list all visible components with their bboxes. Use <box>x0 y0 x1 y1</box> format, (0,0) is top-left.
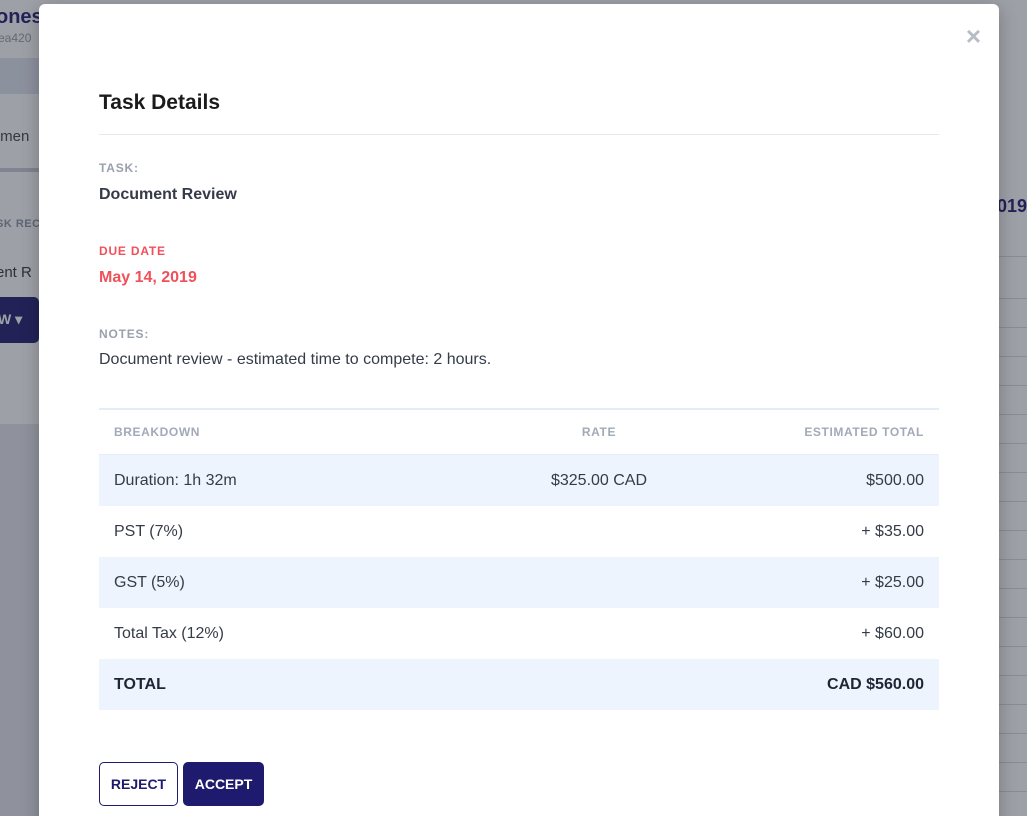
notes-label: NOTES: <box>99 327 150 341</box>
close-icon[interactable]: × <box>966 23 981 49</box>
total-cell: + $25.00 <box>861 573 924 591</box>
task-details-modal: × Task Details TASK: Document Review DUE… <box>39 4 999 816</box>
notes-value: Document review - estimated time to comp… <box>99 351 492 368</box>
total-value: CAD $560.00 <box>827 675 924 693</box>
total-cell: $500.00 <box>866 471 924 489</box>
modal-title: Task Details <box>99 91 221 114</box>
column-header-breakdown: BREAKDOWN <box>114 425 201 439</box>
total-label: TOTAL <box>114 675 166 693</box>
task-label: TASK: <box>99 161 139 175</box>
breakdown-cell: PST (7%) <box>114 522 184 540</box>
table-total-row: TOTAL CAD $560.00 <box>99 659 939 710</box>
title-divider <box>99 134 939 135</box>
breakdown-cell: Total Tax (12%) <box>114 624 224 642</box>
table-row: GST (5%) + $25.00 <box>99 557 939 608</box>
rate-cell: $325.00 CAD <box>550 471 648 489</box>
table-row: Duration: 1h 32m $325.00 CAD $500.00 <box>99 455 939 506</box>
task-value: Document Review <box>99 186 237 203</box>
reject-button[interactable]: REJECT <box>99 762 178 806</box>
column-header-estimated-total: ESTIMATED TOTAL <box>804 425 924 439</box>
breakdown-cell: GST (5%) <box>114 573 185 591</box>
table-row: Total Tax (12%) + $60.00 <box>99 608 939 659</box>
table-row: PST (7%) + $35.00 <box>99 506 939 557</box>
breakdown-table: BREAKDOWN RATE ESTIMATED TOTAL Duration:… <box>99 408 939 710</box>
due-date-value: May 14, 2019 <box>99 269 197 286</box>
breakdown-cell: Duration: 1h 32m <box>114 471 237 489</box>
accept-button[interactable]: ACCEPT <box>183 762 264 806</box>
total-cell: + $60.00 <box>861 624 924 642</box>
column-header-rate: RATE <box>581 425 617 439</box>
total-cell: + $35.00 <box>861 522 924 540</box>
table-header-row: BREAKDOWN RATE ESTIMATED TOTAL <box>99 410 939 455</box>
due-date-label: DUE DATE <box>99 244 166 258</box>
